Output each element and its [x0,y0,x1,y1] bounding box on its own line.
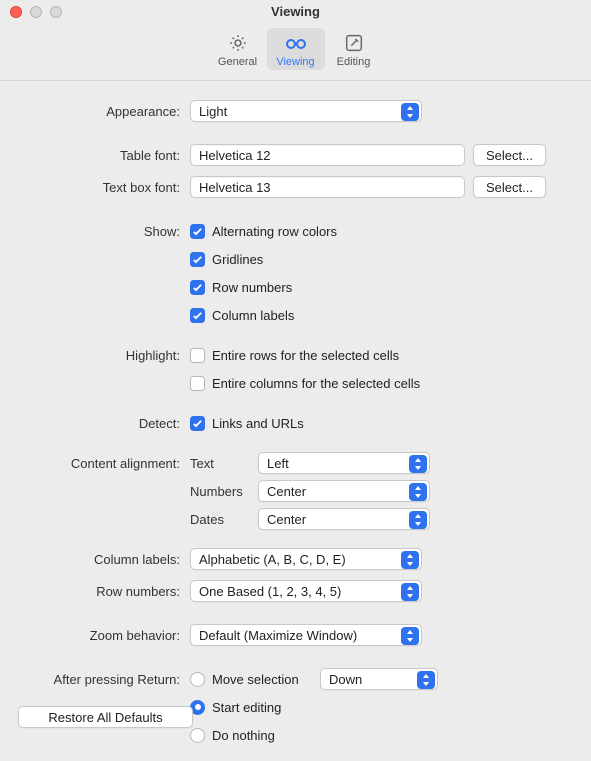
row-numbers-label: Row numbers: [20,584,190,599]
zoom-behavior-select[interactable]: Default (Maximize Window) [190,624,422,646]
chevron-up-down-icon [401,551,419,569]
empty-checkbox-icon [190,376,205,391]
links-urls-checkbox[interactable]: Links and URLs [190,413,304,433]
chevron-up-down-icon [409,455,427,473]
content-alignment-label: Content alignment: [20,456,190,471]
preferences-content: Appearance: Light Table font: Helvetica … [0,81,591,761]
after-return-label: After pressing Return: [20,672,190,687]
checkmark-icon [190,252,205,267]
appearance-value: Light [199,104,227,119]
text-box-font-label: Text box font: [20,180,190,195]
restore-defaults-button[interactable]: Restore All Defaults [18,706,193,728]
preferences-toolbar: General Viewing Editing [0,24,591,81]
return-move-selection-radio[interactable]: Move selection [190,669,312,689]
edit-icon [343,32,365,54]
empty-checkbox-icon [190,348,205,363]
close-window-button[interactable] [10,6,22,18]
chevron-up-down-icon [417,671,435,689]
appearance-select[interactable]: Light [190,100,422,122]
chevron-up-down-icon [401,627,419,645]
tab-editing[interactable]: Editing [325,28,383,70]
column-labels-label: Column labels: [20,552,190,567]
tab-viewing[interactable]: Viewing [267,28,325,70]
highlight-columns-checkbox[interactable]: Entire columns for the selected cells [190,373,420,393]
checkmark-icon [190,280,205,295]
minimize-window-button[interactable] [30,6,42,18]
tab-general-label: General [218,56,257,68]
gear-icon [227,32,249,54]
tab-general[interactable]: General [209,28,267,70]
footer: Restore All Defaults [0,696,591,742]
text-box-font-field[interactable]: Helvetica 13 [190,176,465,198]
radio-off-icon [190,672,205,687]
title-bar: Viewing [0,0,591,24]
checkmark-icon [190,308,205,323]
table-font-field[interactable]: Helvetica 12 [190,144,465,166]
row-numbers-select[interactable]: One Based (1, 2, 3, 4, 5) [190,580,422,602]
highlight-rows-checkbox[interactable]: Entire rows for the selected cells [190,345,399,365]
alignment-numbers-select[interactable]: Center [258,480,430,502]
table-font-value: Helvetica 12 [199,148,271,163]
table-font-label: Table font: [20,148,190,163]
gridlines-checkbox[interactable]: Gridlines [190,249,263,269]
tab-editing-label: Editing [337,56,371,68]
alignment-text-select[interactable]: Left [258,452,430,474]
alignment-text-label: Text [190,456,250,471]
window-title: Viewing [271,4,320,19]
tab-viewing-label: Viewing [276,56,314,68]
zoom-window-button[interactable] [50,6,62,18]
alignment-dates-select[interactable]: Center [258,508,430,530]
highlight-label: Highlight: [20,348,190,363]
alignment-numbers-label: Numbers [190,484,250,499]
chevron-up-down-icon [409,483,427,501]
text-box-font-select-button[interactable]: Select... [473,176,546,198]
zoom-behavior-label: Zoom behavior: [20,628,190,643]
window-controls [10,6,62,18]
show-label: Show: [20,224,190,239]
detect-label: Detect: [20,416,190,431]
chevron-up-down-icon [409,511,427,529]
alignment-dates-label: Dates [190,512,250,527]
checkmark-icon [190,224,205,239]
appearance-label: Appearance: [20,104,190,119]
column-labels-select[interactable]: Alphabetic (A, B, C, D, E) [190,548,422,570]
checkmark-icon [190,416,205,431]
chevron-up-down-icon [401,103,419,121]
text-box-font-value: Helvetica 13 [199,180,271,195]
table-font-select-button[interactable]: Select... [473,144,546,166]
column-labels-checkbox[interactable]: Column labels [190,305,294,325]
glasses-icon [284,32,308,54]
row-numbers-checkbox[interactable]: Row numbers [190,277,292,297]
return-move-direction-select[interactable]: Down [320,668,438,690]
alternating-row-colors-checkbox[interactable]: Alternating row colors [190,221,337,241]
chevron-up-down-icon [401,583,419,601]
